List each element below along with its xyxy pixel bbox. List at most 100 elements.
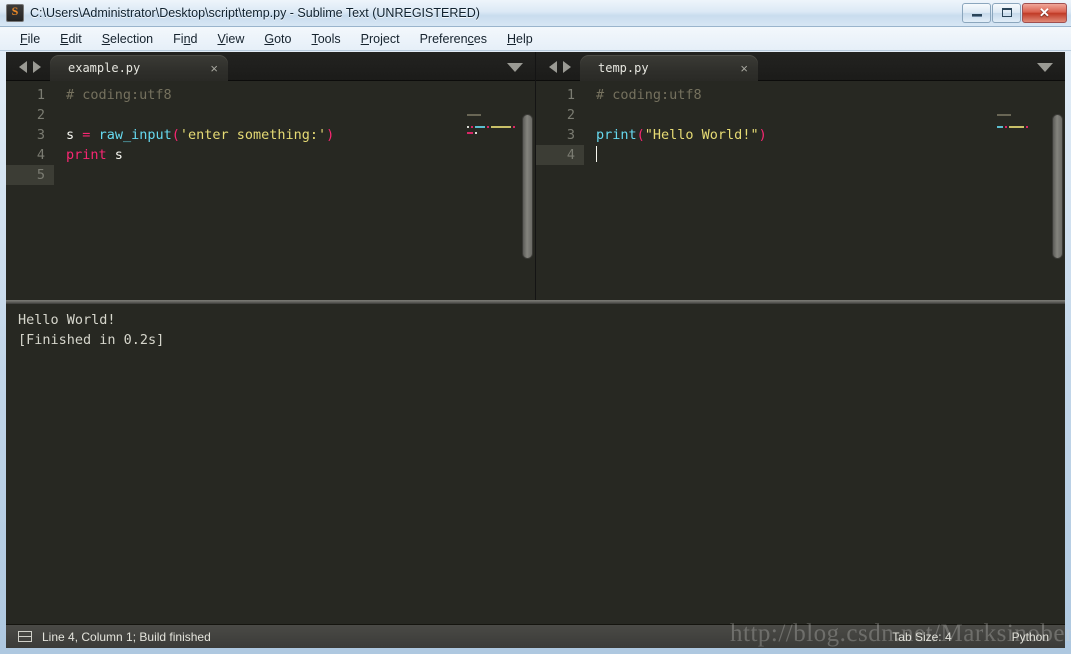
line-number: 4: [36, 147, 45, 163]
code-token: # coding:utf8: [66, 87, 172, 103]
code-line: # coding:utf8: [596, 85, 1065, 105]
code-token: s: [114, 147, 123, 163]
tab-bar-spacer-right: [758, 52, 1037, 81]
code-area-right[interactable]: 1 2 3 4 # coding:utf8 print("Hello World!"): [536, 81, 1065, 300]
minimap-token: [467, 126, 469, 128]
line-number: 4: [536, 145, 584, 165]
vertical-scrollbar-right[interactable]: [1052, 114, 1063, 300]
minimap-token: [474, 132, 477, 134]
tab-label: temp.py: [598, 61, 649, 75]
scrollbar-thumb[interactable]: [1052, 114, 1063, 259]
minimap-left[interactable]: [467, 114, 521, 300]
tab-bar-left: example.py ×: [6, 52, 535, 81]
tab-close-icon[interactable]: ×: [740, 62, 748, 75]
tab-nav-right: [536, 52, 580, 81]
line-number-gutter-left: 1 2 3 4 5: [6, 81, 54, 300]
editor-shell: example.py × 1 2 3 4 5 # coding:utf8 s = raw_…: [6, 52, 1065, 624]
menu-item-find[interactable]: Find: [163, 30, 207, 48]
menu-item-file[interactable]: File: [10, 30, 50, 48]
vertical-scrollbar-left[interactable]: [522, 114, 533, 300]
minimap-token: [467, 132, 473, 134]
console-line: Hello World!: [18, 312, 116, 328]
menu-item-edit[interactable]: Edit: [50, 30, 92, 48]
minimap-token: [486, 126, 489, 128]
code-token: (: [636, 127, 645, 143]
maximize-button[interactable]: [992, 3, 1021, 23]
minimap-line: [467, 138, 521, 141]
code-token: raw_input: [98, 127, 172, 143]
tab-overflow-chevron-down-icon[interactable]: [507, 63, 523, 72]
minimap-token: [471, 126, 473, 128]
minimap-right[interactable]: [997, 114, 1051, 300]
menu-item-help[interactable]: Help: [497, 30, 543, 48]
minimize-button[interactable]: [962, 3, 991, 23]
code-content-left[interactable]: # coding:utf8 s = raw_input('enter someth…: [54, 81, 535, 300]
line-number: 1: [36, 87, 45, 103]
minimap-token: [997, 126, 1003, 128]
code-token: s: [66, 127, 75, 143]
code-token: 'enter something:': [179, 127, 327, 143]
tab-prev-icon[interactable]: [19, 60, 27, 73]
close-button[interactable]: ✕: [1022, 3, 1067, 23]
status-message: Line 4, Column 1; Build finished: [42, 629, 211, 644]
editor-panes: example.py × 1 2 3 4 5 # coding:utf8 s = raw_…: [6, 52, 1065, 300]
menu-item-tools[interactable]: Tools: [301, 30, 350, 48]
menu-item-preferences[interactable]: Preferences: [410, 30, 497, 48]
minimap-line: [467, 120, 521, 123]
window-title: C:\Users\Administrator\Desktop\script\te…: [30, 6, 480, 20]
code-token: ): [326, 127, 335, 143]
menu-item-view[interactable]: View: [207, 30, 254, 48]
line-number: 5: [6, 165, 54, 185]
minimap-line: [997, 132, 1051, 135]
menu-item-selection[interactable]: Selection: [92, 30, 163, 48]
minimap-line: [997, 120, 1051, 123]
tab-next-icon[interactable]: [563, 60, 571, 73]
application-window: C:\Users\Administrator\Desktop\script\te…: [0, 0, 1071, 654]
code-line: # coding:utf8: [66, 85, 535, 105]
code-token: "Hello World!": [644, 127, 759, 143]
tab-size-indicator[interactable]: Tab Size: 4: [892, 630, 951, 644]
minimap-token: [490, 126, 511, 128]
code-token: ): [758, 127, 767, 143]
code-line: s = raw_input('enter something:'): [66, 125, 535, 145]
minimap-line: [467, 132, 521, 135]
menu-item-project[interactable]: Project: [351, 30, 410, 48]
minimap-token: [475, 126, 485, 128]
code-area-left[interactable]: 1 2 3 4 5 # coding:utf8 s = raw_input('enter …: [6, 81, 535, 300]
editor-pane-right: temp.py × 1 2 3 4 # coding:utf8 print("Hello…: [536, 52, 1065, 300]
tab-prev-icon[interactable]: [549, 60, 557, 73]
menu-item-goto[interactable]: Goto: [254, 30, 301, 48]
minimap-token: [1004, 126, 1007, 128]
code-token: print: [596, 127, 637, 143]
minimap-line: [467, 114, 521, 117]
minimap-token: [512, 126, 515, 128]
minimap-line: [997, 114, 1051, 117]
tab-overflow-chevron-down-icon[interactable]: [1037, 63, 1053, 72]
maximize-icon: [1002, 8, 1012, 17]
line-number: 3: [36, 127, 45, 143]
tab-label: example.py: [68, 61, 141, 75]
minimap-line: [467, 126, 521, 129]
line-number: 3: [566, 127, 575, 143]
code-content-right[interactable]: # coding:utf8 print("Hello World!"): [584, 81, 1065, 300]
close-icon: ✕: [1039, 5, 1050, 20]
scrollbar-thumb[interactable]: [522, 114, 533, 259]
tab-example-py[interactable]: example.py ×: [50, 55, 228, 81]
syntax-mode-indicator[interactable]: Python: [1012, 630, 1049, 644]
tab-bar-spacer-left: [228, 52, 507, 81]
minimap-token: [1008, 126, 1024, 128]
panel-toggle-icon[interactable]: [18, 631, 32, 642]
code-token: print: [66, 147, 107, 163]
code-token: # coding:utf8: [596, 87, 702, 103]
tab-temp-py[interactable]: temp.py ×: [580, 55, 758, 81]
tab-close-icon[interactable]: ×: [210, 62, 218, 75]
tab-next-icon[interactable]: [33, 60, 41, 73]
minimap-token: [997, 114, 1012, 116]
text-caret: [596, 146, 597, 162]
title-bar: C:\Users\Administrator\Desktop\script\te…: [0, 0, 1071, 27]
